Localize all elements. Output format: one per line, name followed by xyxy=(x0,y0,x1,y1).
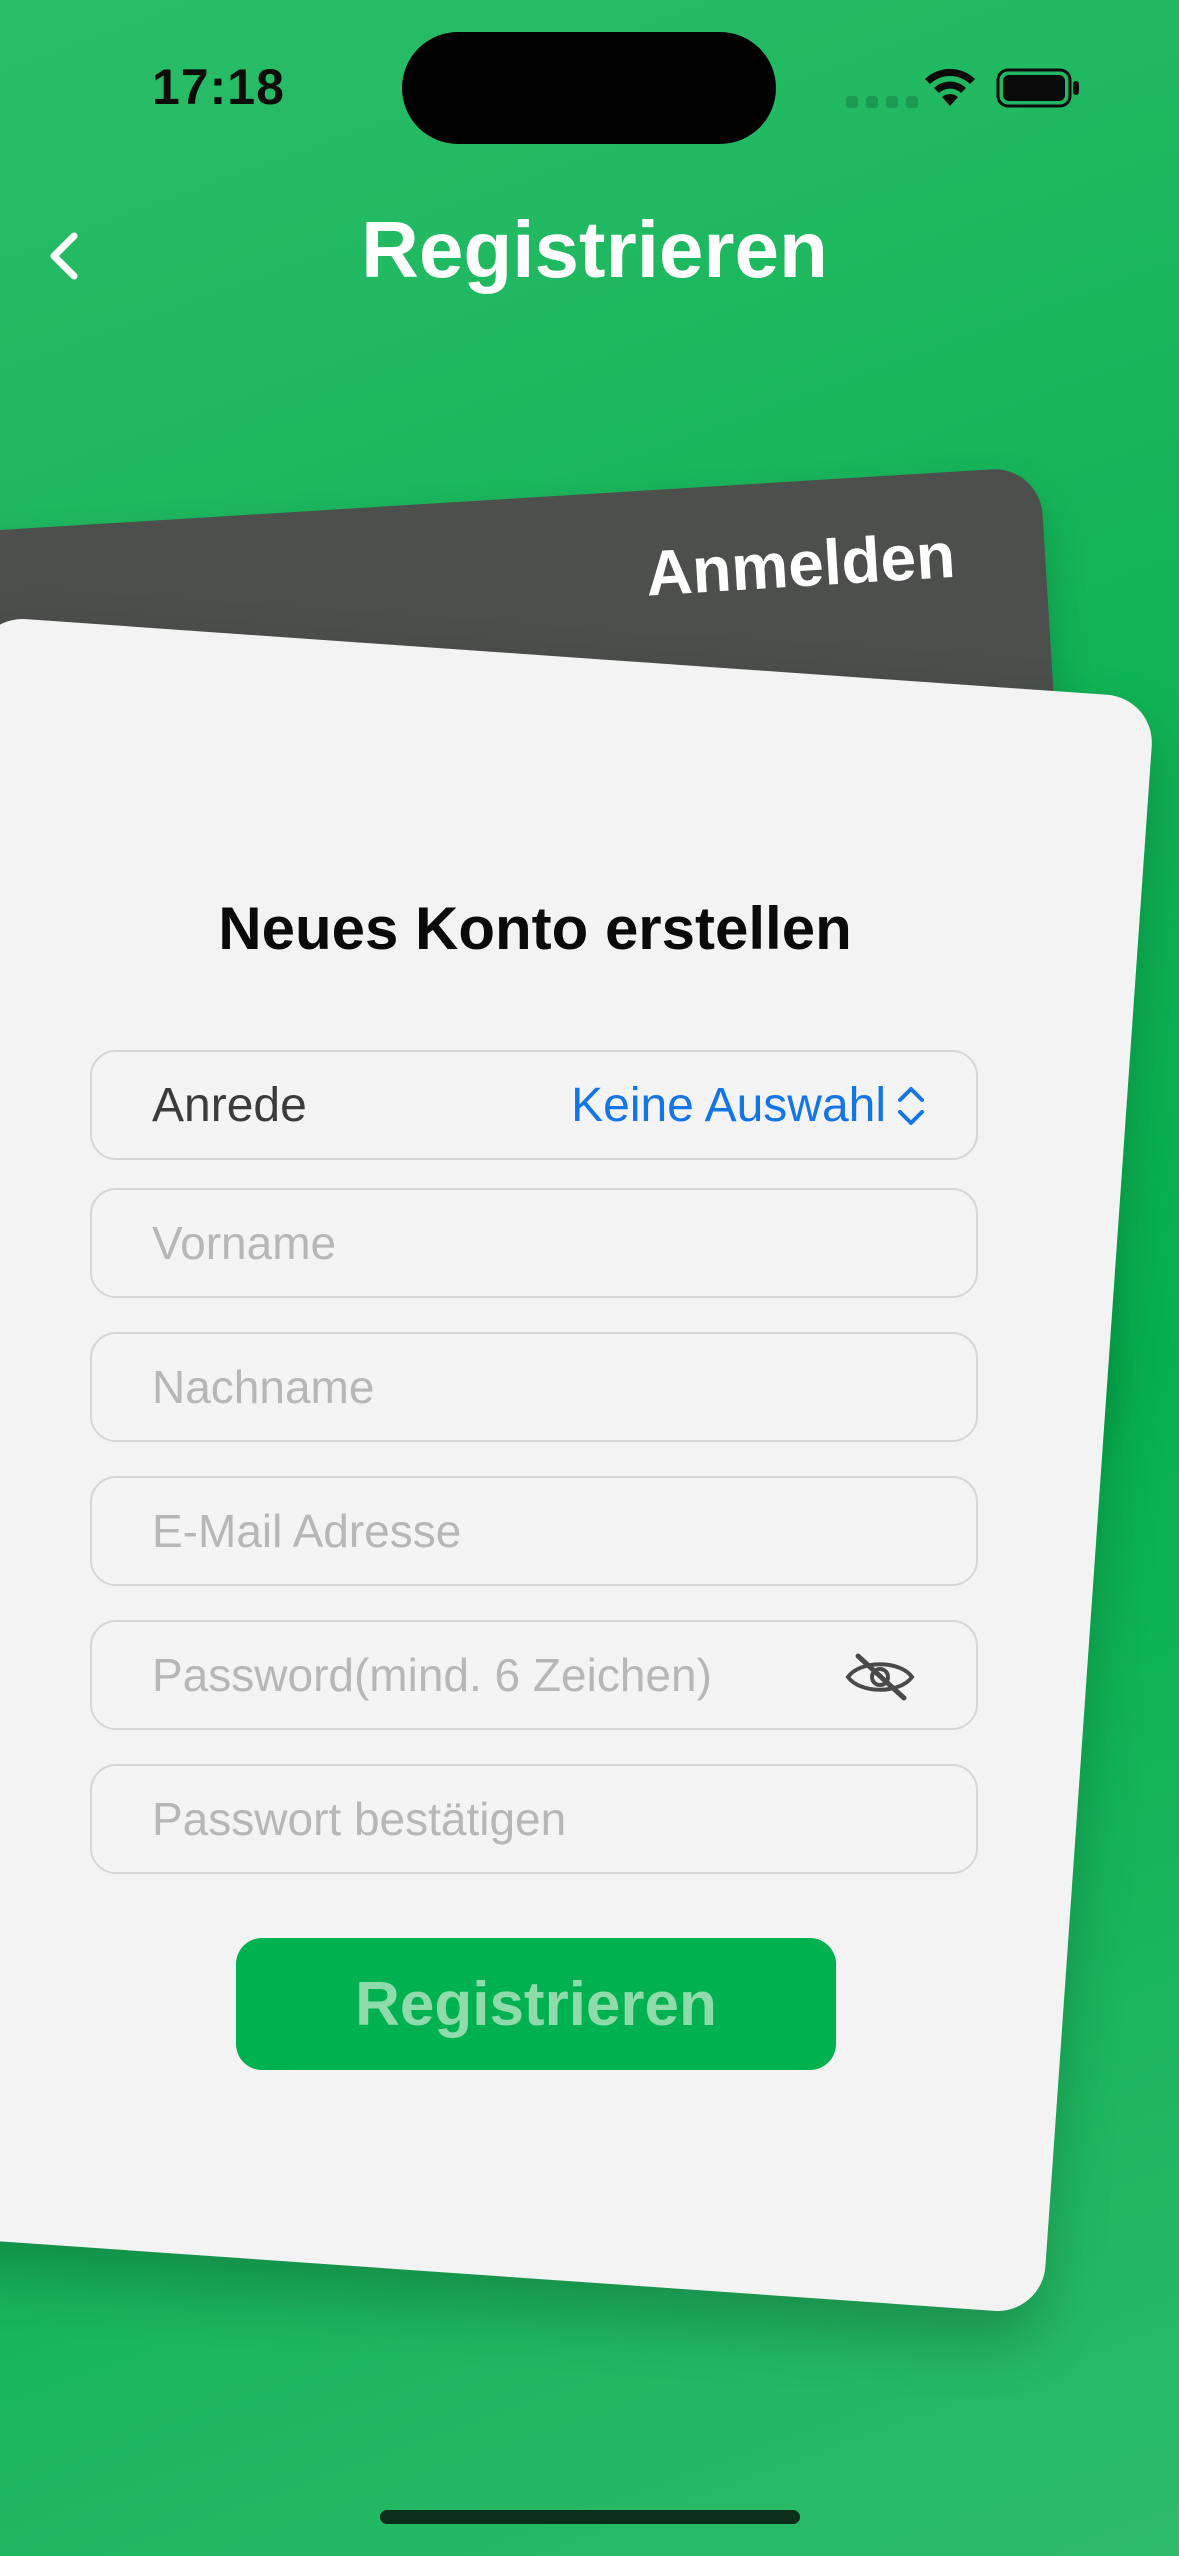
wifi-icon xyxy=(925,68,975,106)
last-name-input[interactable] xyxy=(152,1334,872,1440)
first-name-field[interactable] xyxy=(90,1188,978,1298)
battery-icon xyxy=(996,68,1079,108)
salutation-picker[interactable]: Anrede Keine Auswahl xyxy=(90,1050,978,1160)
page-title: Registrieren xyxy=(361,205,828,294)
first-name-input[interactable] xyxy=(152,1190,872,1296)
status-bar: 17:18 xyxy=(0,0,1179,170)
tab-login[interactable]: Anmelden xyxy=(644,518,957,611)
form-title: Neues Konto erstellen xyxy=(218,895,852,962)
home-indicator[interactable] xyxy=(380,2510,800,2524)
dynamic-island xyxy=(402,32,776,144)
confirm-password-input[interactable] xyxy=(152,1766,872,1872)
status-time: 17:18 xyxy=(152,59,285,115)
salutation-value[interactable]: Keine Auswahl xyxy=(571,1078,886,1133)
password-field[interactable] xyxy=(90,1620,978,1730)
email-field[interactable] xyxy=(90,1476,978,1586)
eye-slash-icon[interactable] xyxy=(844,1652,916,1702)
register-button[interactable]: Registrieren xyxy=(236,1938,836,2070)
email-input[interactable] xyxy=(152,1478,872,1584)
chevron-up-down-icon[interactable] xyxy=(894,1082,928,1130)
cellular-signal-icon xyxy=(846,96,926,108)
salutation-label: Anrede xyxy=(152,1079,307,1132)
navigation-bar: Registrieren xyxy=(0,180,1179,320)
confirm-password-field[interactable] xyxy=(90,1764,978,1874)
password-input[interactable] xyxy=(152,1622,872,1728)
last-name-field[interactable] xyxy=(90,1332,978,1442)
